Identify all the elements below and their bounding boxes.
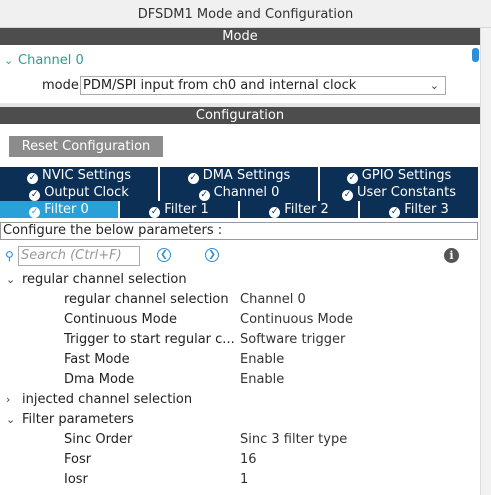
tabs-row-2: ✓ Output Clock ✓ Channel 0 ✓ User Constants [0,184,480,201]
check-icon: ✓ [346,173,358,184]
param-value: 16 [240,452,257,467]
mode-select[interactable]: PDM/SPI input from ch0 and internal cloc… [80,76,446,95]
param-value: Sinc 3 filter type [240,432,348,447]
mode-section-header: Mode [0,28,480,45]
param-value: Enable [240,372,285,387]
check-icon: ✓ [29,207,41,218]
check-icon: ✓ [187,173,199,184]
mode-label: mode [42,78,79,93]
param-value: Continuous Mode [240,312,353,327]
search-input[interactable]: Search (Ctrl+F) [18,246,140,266]
vertical-scrollbar[interactable] [480,28,491,495]
param-name: Fast Mode [64,352,130,367]
mode-select-value: PDM/SPI input from ch0 and internal cloc… [83,78,357,93]
tab-output-clock[interactable]: ✓ Output Clock [0,184,160,201]
tab-channel-0[interactable]: ✓ Channel 0 [160,184,320,201]
check-icon: ✓ [342,190,353,201]
mode-panel: ⌄ Channel 0 mode PDM/SPI input from ch0 a… [0,45,480,103]
info-icon[interactable]: i [444,248,459,263]
param-value: Software trigger [240,332,346,347]
tab-user-constants[interactable]: ✓ User Constants [320,184,480,201]
tab-filter-1[interactable]: ✓ Filter 1 [120,201,240,218]
chevron-down-icon: ⌄ [6,273,16,286]
param-name: Sinc Order [64,432,133,447]
configuration-section-header: Configuration [0,107,480,124]
chevron-down-icon: ⌄ [4,54,14,67]
tab-filter-0[interactable]: ✓ Filter 0 [0,201,120,218]
tree-group-injected[interactable]: › injected channel selection [0,390,480,410]
tab-label: DMA Settings [202,168,291,183]
check-icon: ✓ [198,190,210,201]
param-name: Iosr [64,472,88,487]
tab-label: Filter 3 [404,202,449,217]
param-name: Trigger to start regular c... [64,332,234,347]
param-name: Continuous Mode [64,312,177,327]
param-value: Enable [240,352,285,367]
tree-row[interactable]: regular channel selection Channel 0 [0,290,480,310]
tab-filter-2[interactable]: ✓ Filter 2 [240,201,360,218]
tab-gpio-settings[interactable]: ✓ GPIO Settings [320,167,480,184]
check-icon: ✓ [27,173,38,184]
tree-row[interactable]: Fosr 16 [0,450,480,470]
configure-parameters-text: Configure the below parameters : [0,222,478,240]
check-icon: ✓ [29,190,41,201]
group-label: injected channel selection [22,392,193,407]
tree-group-regular[interactable]: ⌄ regular channel selection [0,270,480,290]
check-icon: ✓ [269,207,281,218]
tree-row[interactable]: Trigger to start regular c... Software t… [0,330,480,350]
chevron-right-icon: › [6,393,11,406]
tree-group-filter[interactable]: ⌄ Filter parameters [0,410,480,430]
group-label: regular channel selection [22,272,187,287]
parameter-tree: ⌄ regular channel selection regular chan… [0,270,480,490]
tree-row[interactable]: Sinc Order Sinc 3 filter type [0,430,480,450]
channel-label: Channel 0 [18,53,84,68]
tab-filter-3[interactable]: ✓ Filter 3 [360,201,480,218]
tab-label: User Constants [357,185,456,200]
chevron-down-icon: ⌄ [429,79,439,92]
param-value: 1 [240,472,249,487]
param-value: Channel 0 [240,292,306,307]
check-icon: ✓ [149,207,161,218]
tab-dma-settings[interactable]: ✓ DMA Settings [160,167,320,184]
chevron-right-icon[interactable]: ❯ [205,248,219,262]
group-label: Filter parameters [22,412,134,427]
tab-label: Filter 2 [284,202,329,217]
tabs-row-1: ✓ NVIC Settings ✓ DMA Settings ✓ GPIO Setti… [0,167,480,184]
tab-label: Output Clock [44,185,129,200]
chevron-left-icon[interactable]: ❮ [157,248,171,262]
tree-row[interactable]: Continuous Mode Continuous Mode [0,310,480,330]
param-name: Fosr [64,452,92,467]
tab-label: Filter 0 [44,202,89,217]
channel-0-toggle[interactable]: ⌄ Channel 0 [4,53,84,68]
search-icon: ⚲ [5,249,14,263]
tab-label: Filter 1 [164,202,209,217]
window-title: DFSDM1 Mode and Configuration [0,0,491,28]
tree-row[interactable]: Fast Mode Enable [0,350,480,370]
check-icon: ✓ [389,207,401,218]
tab-label: GPIO Settings [361,168,452,183]
tab-label: NVIC Settings [42,168,131,183]
tab-label: Channel 0 [213,185,280,200]
scrollbar-thumb[interactable] [472,48,479,62]
tree-row[interactable]: Dma Mode Enable [0,370,480,390]
param-name: Dma Mode [64,372,135,387]
param-name: regular channel selection [64,292,229,307]
chevron-down-icon: ⌄ [6,413,16,426]
tabs-row-3: ✓ Filter 0 ✓ Filter 1 ✓ Filter 2 ✓ Filter 3 [0,201,480,218]
reset-configuration-button[interactable]: Reset Configuration [9,136,163,157]
tab-nvic-settings[interactable]: ✓ NVIC Settings [0,167,160,184]
tree-row[interactable]: Iosr 1 [0,470,480,490]
